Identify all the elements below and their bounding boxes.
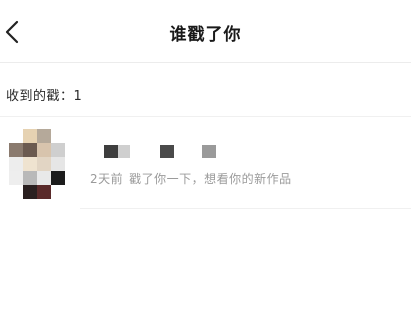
poke-time: 2天前 xyxy=(90,172,124,186)
username xyxy=(104,145,224,159)
header-divider xyxy=(0,62,411,63)
page-title: 谁戳了你 xyxy=(169,25,242,45)
poke-list-item[interactable]: 2天前 戳了你一下，想看你的新作品 xyxy=(0,117,411,209)
received-count: 收到的戳：1 xyxy=(6,89,83,104)
poke-message: 2天前 戳了你一下，想看你的新作品 xyxy=(90,170,292,187)
avatar[interactable] xyxy=(9,129,65,199)
list-item-divider xyxy=(80,208,411,209)
top-bar: 谁戳了你 xyxy=(0,0,411,62)
poke-text: 戳了你一下，想看你的新作品 xyxy=(129,172,292,186)
